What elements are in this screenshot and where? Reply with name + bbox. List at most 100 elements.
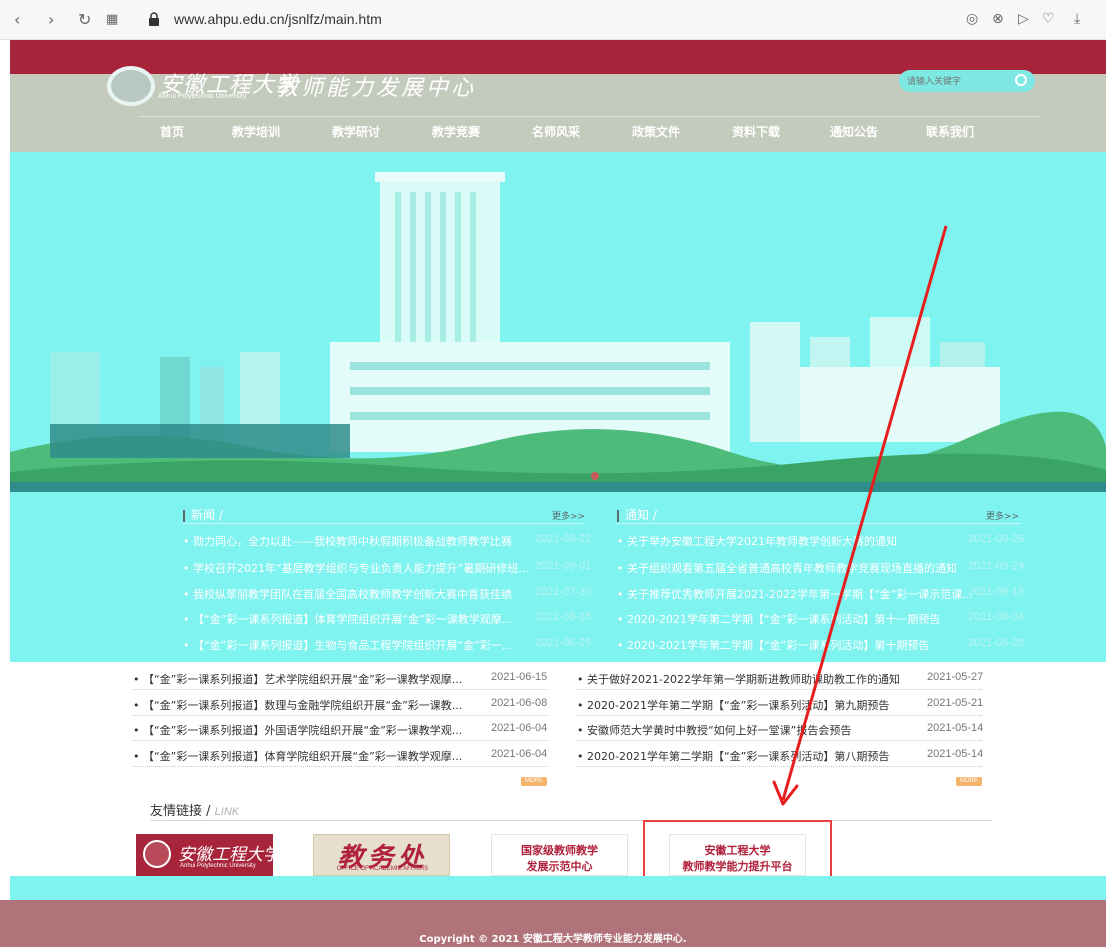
footer: Copyright © 2021 安徽工程大学教师专业能力发展中心.	[0, 900, 1106, 947]
row-divider	[133, 715, 548, 716]
nav-item-competition[interactable]: 教学竞赛	[432, 123, 480, 140]
nav-item-contact[interactable]: 联系我们	[926, 123, 974, 140]
link-academic-affairs[interactable]: 教务处 OFFICE OF ACADEMIC AFFAIRS	[313, 834, 450, 876]
grid-icon[interactable]: ▦	[106, 10, 118, 30]
nav-item-training[interactable]: 教学培训	[232, 123, 280, 140]
row-divider	[133, 689, 548, 690]
section-bar	[617, 509, 619, 522]
row-divider	[577, 740, 982, 741]
notice-item-title[interactable]: • 2020-2021学年第二学期【“金”彩一课系列活动】第十一期预告	[617, 611, 940, 627]
notices-more-link[interactable]: 更多>>	[986, 509, 1019, 522]
row-divider	[133, 766, 548, 767]
nav-item-downloads[interactable]: 资料下载	[732, 123, 780, 140]
link-national-center-line2: 发展示范中心	[526, 860, 593, 873]
links-title-en: LINK	[214, 806, 240, 818]
notice-item-title[interactable]: • 安徽师范大学黄时中教授“如何上好一堂课”报告会预告	[577, 722, 851, 738]
date: 2021-06-25	[535, 637, 592, 649]
notice-item-title[interactable]: • 2020-2021学年第二学期【“金”彩一课系列活动】第八期预告	[577, 748, 889, 764]
date: 2021-09-26	[968, 533, 1025, 545]
main-nav: 首页 教学培训 教学研讨 教学竞赛 名师风采 政策文件 资料下载 通知公告 联系…	[140, 116, 1040, 144]
news-item-date: 2021-06-04	[491, 748, 548, 760]
news-item-title[interactable]: • 【“金”彩一课系列报道】体育学院组织开展“金”彩一课教学观摩...	[183, 611, 512, 627]
logo-subtitle: Anhui Polytechnic University	[158, 93, 247, 100]
news-divider	[183, 523, 583, 524]
chevron-right-icon[interactable]: ›	[48, 10, 54, 30]
copyright-text: Copyright © 2021 安徽工程大学教师专业能力发展中心.	[419, 934, 687, 945]
link-national-center-line1: 国家级教师教学	[521, 844, 598, 857]
notices-title: 通知	[625, 508, 650, 522]
news-more-button[interactable]: MORE	[521, 777, 547, 786]
news-header: 新闻 /	[183, 506, 223, 523]
links-divider	[150, 820, 992, 821]
campus-photo	[10, 152, 1106, 492]
news-item-title[interactable]: • 学校召开2021年“基层教学组织与专业负责人能力提升”暑期研修班...	[183, 560, 529, 576]
close-circle-icon[interactable]: ⊗	[992, 11, 1004, 27]
address-bar[interactable]: www.ahpu.edu.cn/jsnlfz/main.htm	[174, 11, 382, 27]
notice-item-title[interactable]: • 2020-2021学年第二学期【“金”彩一课系列活动】第九期预告	[577, 697, 889, 713]
search-icon[interactable]	[1015, 74, 1027, 86]
nav-item-policy[interactable]: 政策文件	[632, 123, 680, 140]
section-bar	[183, 509, 185, 522]
notice-item-title[interactable]: • 2020-2021学年第二学期【“金”彩一课系列活动】第十期预告	[617, 637, 929, 653]
notice-item-date: 2021-05-27	[927, 671, 984, 683]
date: 2021-07-30	[535, 586, 592, 598]
date: 2021-09-24	[968, 560, 1025, 572]
notice-item-title[interactable]: • 关于推荐优秀教师开展2021-2022学年第一学期【“金”彩一课示范课...	[617, 586, 973, 602]
row-divider	[133, 740, 548, 741]
news-title: 新闻	[191, 508, 216, 522]
news-item-date: 2021-06-04	[491, 722, 548, 734]
notice-item-title[interactable]: • 关于组织观看第五届全省普通高校青年教师教学竞赛现场直播的通知	[617, 560, 957, 576]
chevron-left-icon[interactable]: ‹	[14, 10, 20, 30]
news-more-link[interactable]: 更多>>	[552, 509, 585, 522]
notice-item-title[interactable]: • 关于做好2021-2022学年第一学期新进教师助课助教工作的通知	[577, 671, 900, 687]
notices-divider	[617, 523, 1021, 524]
date: 2021-06-25	[535, 611, 592, 623]
link-ahpu-sub: Anhui Polytechnic University	[180, 863, 256, 869]
notices-more-button[interactable]: MORE	[956, 777, 982, 786]
notice-item-date: 2021-05-14	[927, 722, 984, 734]
news-item-title[interactable]: • 【“金”彩一课系列报道】生物与食品工程学院组织开展“金”彩一...	[183, 637, 512, 653]
notice-item-date: 2021-05-14	[927, 748, 984, 760]
row-divider	[577, 766, 982, 767]
nav-item-home[interactable]: 首页	[160, 123, 184, 140]
lock-icon	[149, 12, 159, 26]
notice-item-date: 2021-05-21	[927, 697, 984, 709]
reload-icon[interactable]: ↻	[78, 10, 91, 30]
news-item-title[interactable]: • 勠力同心，全力以赴——我校教师中秋假期积极备战教师教学比赛	[183, 533, 512, 549]
link-ahpu-name: 安徽工程大学	[178, 845, 280, 865]
browser-toolbar: ‹ › ↻ ▦ www.ahpu.edu.cn/jsnlfz/main.htm …	[0, 0, 1106, 40]
link-national-center[interactable]: 国家级教师教学 发展示范中心	[491, 834, 628, 876]
row-divider	[577, 689, 982, 690]
hero-banner	[10, 152, 1106, 492]
date: 2021-09-16	[968, 586, 1025, 598]
nav-item-teachers[interactable]: 名师风采	[532, 123, 580, 140]
row-divider	[577, 715, 982, 716]
nav-item-seminar[interactable]: 教学研讨	[332, 123, 380, 140]
camera-icon[interactable]: ◎	[966, 11, 978, 27]
news-item-title[interactable]: • 我校纵翠丽教学团队在首届全国高校教师教学创新大赛中喜获佳绩	[183, 586, 512, 602]
news-item-title[interactable]: • 【“金”彩一课系列报道】数理与金融学院组织开展“金”彩一课教...	[133, 697, 462, 713]
news-item-title[interactable]: • 【“金”彩一课系列报道】外国语学院组织开展“金”彩一课教学观...	[133, 722, 462, 738]
nav-item-notices[interactable]: 通知公告	[830, 123, 878, 140]
play-icon[interactable]: ▷	[1018, 11, 1029, 27]
search-box	[899, 70, 1035, 92]
date: 2021-09-01	[535, 560, 592, 572]
date: 2021-05-28	[968, 637, 1025, 649]
search-input[interactable]	[907, 73, 1007, 89]
links-title: 友情链接	[150, 804, 203, 819]
notice-item-title[interactable]: • 关于举办安徽工程大学2021年教师教学创新大赛的通知	[617, 533, 897, 549]
heart-icon[interactable]: ♡	[1042, 11, 1055, 27]
footer-cyan-band	[10, 876, 1106, 900]
links-heading: 友情链接 / LINK	[150, 804, 240, 819]
news-item-title[interactable]: • 【“金”彩一课系列报道】体育学院组织开展“金”彩一课教学观摩...	[133, 748, 462, 764]
date: 2021-06-04	[968, 611, 1025, 623]
site-title: 教师能力发展中心	[276, 76, 477, 101]
download-icon[interactable]: ⤓	[1074, 11, 1080, 27]
university-seal-icon	[143, 840, 171, 868]
notices-header: 通知 /	[617, 506, 657, 523]
news-item-title[interactable]: • 【“金”彩一课系列报道】艺术学院组织开展“金”彩一课教学观摩...	[133, 671, 462, 687]
date: 2021-09-22	[535, 533, 592, 545]
link-ahpu[interactable]: 安徽工程大学 Anhui Polytechnic University	[136, 834, 280, 876]
university-seal-icon[interactable]	[107, 66, 155, 106]
news-item-date: 2021-06-08	[491, 697, 548, 709]
